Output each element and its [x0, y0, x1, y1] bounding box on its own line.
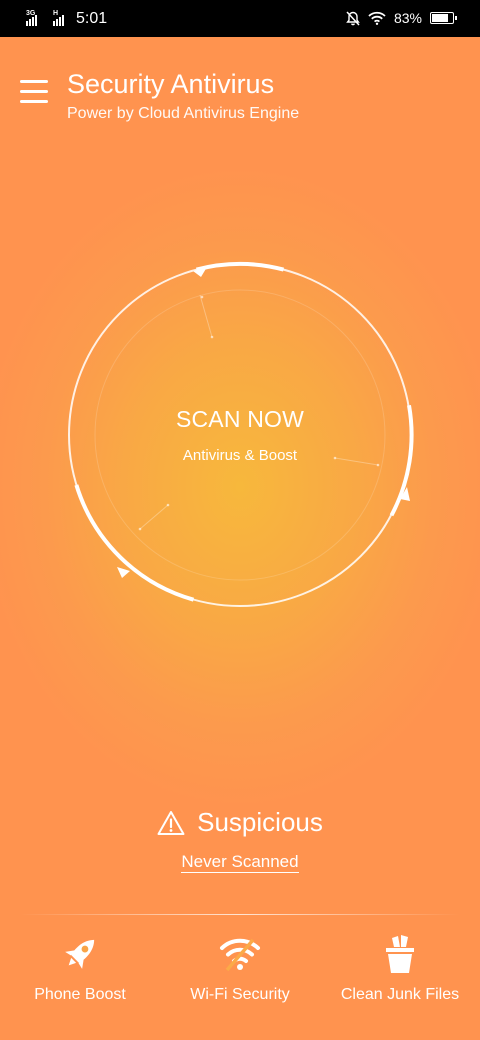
status-bar-left: 3G H 5:01 [26, 10, 107, 28]
mute-icon [346, 10, 360, 26]
status-time: 5:01 [76, 10, 108, 27]
status-bar-right: 83% [346, 10, 457, 26]
scan-now-button[interactable]: SCAN NOW Antivirus & Boost [120, 315, 360, 555]
nav-phone-boost[interactable]: Phone Boost [0, 932, 160, 1022]
scan-now-label: SCAN NOW [175, 406, 305, 432]
wifi-icon [220, 938, 260, 972]
app-main: Security Antivirus Power by Cloud Antivi… [0, 37, 480, 1040]
rocket-icon [65, 939, 95, 969]
trash-icon [386, 935, 414, 973]
signal-icon-1: 3G [26, 10, 37, 26]
nav-label-clean-junk: Clean Junk Files [340, 986, 460, 1003]
battery-icon [430, 12, 457, 24]
nav-label-phone-boost: Phone Boost [34, 986, 126, 1003]
app-title: Security Antivirus [67, 69, 275, 99]
battery-percent: 83% [393, 10, 422, 26]
never-scanned-row: Never Scanned [0, 852, 480, 873]
divider [20, 914, 460, 915]
nav-clean-junk[interactable]: Clean Junk Files [320, 932, 480, 1022]
nav-label-wifi-security: Wi-Fi Security [190, 986, 290, 1003]
never-scanned-link[interactable]: Never Scanned [181, 852, 299, 873]
status-bar: 3G H 5:01 83% [0, 0, 480, 37]
status-text: Suspicious [197, 807, 323, 837]
signal-icon-2: H [53, 10, 64, 26]
warning-icon [157, 810, 185, 835]
menu-icon[interactable] [20, 80, 48, 104]
scan-dial: SCAN NOW Antivirus & Boost [60, 255, 420, 615]
scan-sublabel: Antivirus & Boost [182, 447, 298, 464]
security-status: Suspicious [0, 807, 480, 838]
bottom-nav: Phone Boost Wi-Fi Security Clean Junk Fi… [0, 932, 480, 1022]
wifi-status-icon [368, 11, 386, 25]
app-subtitle: Power by Cloud Antivirus Engine [67, 105, 300, 122]
nav-wifi-security[interactable]: Wi-Fi Security [160, 932, 320, 1022]
